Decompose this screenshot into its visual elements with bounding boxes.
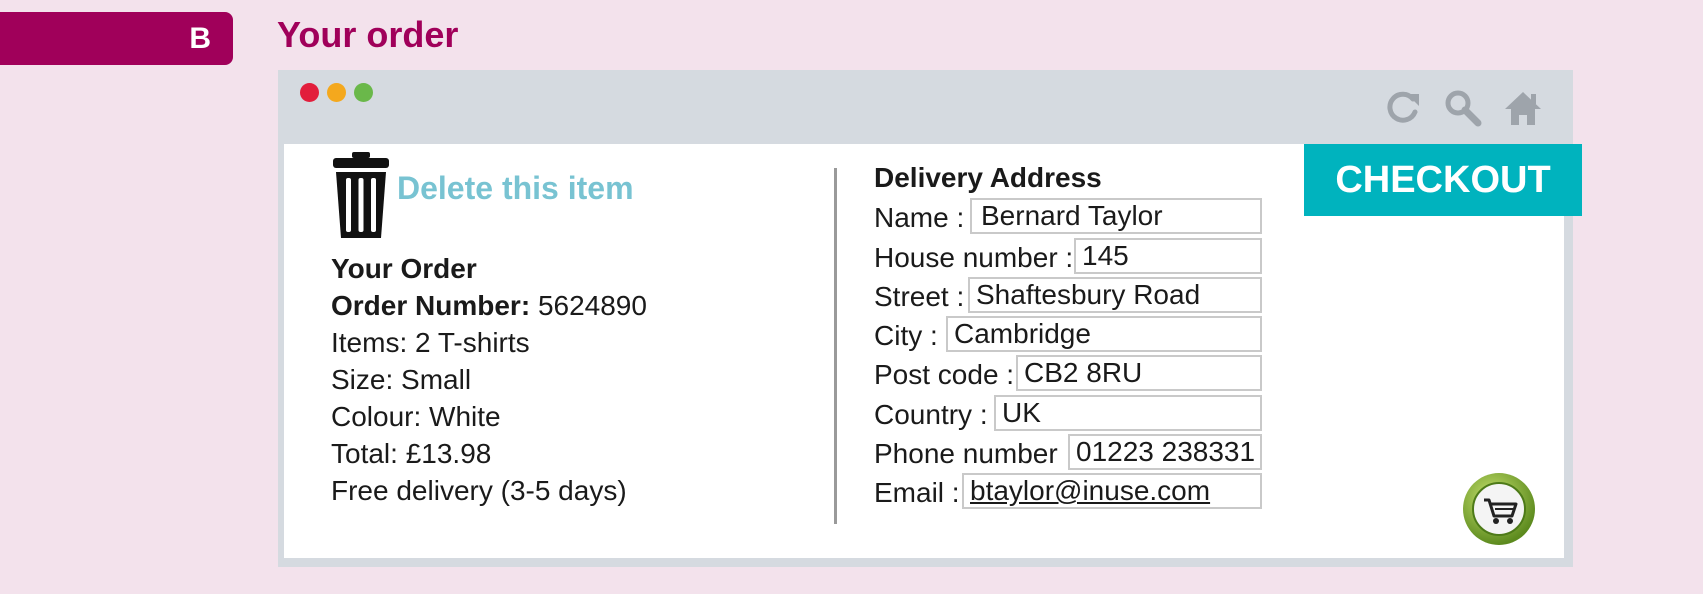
window-minimize-dot[interactable]	[327, 83, 346, 102]
refresh-icon[interactable]	[1383, 88, 1423, 128]
phone-field[interactable]: 01223 238331	[1068, 434, 1262, 470]
browser-window: Delete this item Your Order Order Number…	[278, 70, 1582, 567]
order-summary: Your Order Order Number: 5624890 Items: …	[331, 250, 647, 509]
country-field[interactable]: UK	[994, 395, 1262, 431]
name-label: Name :	[874, 202, 965, 233]
section-letter: B	[189, 21, 211, 55]
house-number-label: House number :	[874, 242, 1074, 273]
city-label: City :	[874, 320, 938, 351]
trash-icon[interactable]	[331, 152, 391, 238]
order-size: Size: Small	[331, 364, 472, 395]
email-label: Email :	[874, 477, 960, 508]
street-field[interactable]: Shaftesbury Road	[968, 277, 1262, 313]
post-code-label: Post code :	[874, 359, 1015, 390]
column-divider	[834, 168, 837, 524]
email-field[interactable]: btaylor@inuse.com	[962, 473, 1262, 509]
house-number-field[interactable]: 145	[1074, 238, 1262, 274]
street-label: Street :	[874, 281, 965, 312]
order-number-label: Order Number:	[331, 290, 531, 321]
country-label: Country :	[874, 399, 988, 430]
window-close-dot[interactable]	[300, 83, 319, 102]
delivery-address-title: Delivery Address	[874, 162, 1102, 193]
order-total: Total: £13.98	[331, 438, 492, 469]
order-items: Items: 2 T-shirts	[331, 327, 530, 358]
order-number-line: Order Number: 5624890	[331, 287, 647, 324]
page-content: Delete this item Your Order Order Number…	[284, 144, 1582, 558]
checkout-button[interactable]: CHECKOUT	[1304, 144, 1582, 216]
order-colour: Colour: White	[331, 401, 501, 432]
phone-label: Phone number :	[874, 438, 1074, 469]
window-maximize-dot[interactable]	[354, 83, 373, 102]
name-field[interactable]: Bernard Taylor	[970, 198, 1262, 234]
delete-item-link[interactable]: Delete this item	[397, 170, 634, 207]
section-title: Your order	[277, 14, 459, 55]
order-number-value: 5624890	[537, 290, 647, 321]
section-tab: B	[0, 12, 233, 65]
home-icon[interactable]	[1503, 88, 1543, 128]
post-code-field[interactable]: CB2 8RU	[1016, 355, 1262, 391]
order-delivery: Free delivery (3-5 days)	[331, 475, 627, 506]
order-heading: Your Order	[331, 253, 477, 284]
search-icon[interactable]	[1443, 88, 1483, 128]
shopping-cart-icon[interactable]	[1462, 472, 1536, 546]
city-field[interactable]: Cambridge	[946, 316, 1262, 352]
